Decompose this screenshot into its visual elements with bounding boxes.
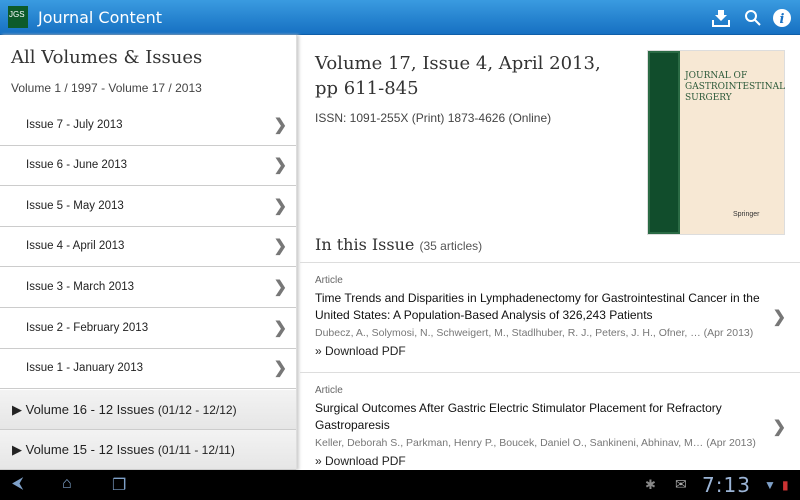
system-nav-bar: ⮜ ⌂ ❐ ✱ ✉ 7:13 ▼ ▮	[0, 470, 800, 500]
article-type: Article	[315, 275, 343, 286]
article-item[interactable]: Article Time Trends and Disparities in L…	[300, 262, 800, 372]
chevron-right-icon: ❯	[273, 157, 287, 174]
issue-label: Issue 4 - April 2013	[26, 240, 125, 252]
expand-triangle-icon: ▶	[12, 402, 26, 417]
sidebar-subtitle: Volume 1 / 1997 - Volume 17 / 2013	[11, 81, 202, 95]
volumes-sidebar: All Volumes & Issues Volume 1 / 1997 - V…	[0, 35, 297, 470]
app-logo[interactable]: JGS	[8, 6, 28, 28]
issue-label: Issue 1 - January 2013	[26, 362, 143, 374]
issue-detail: Volume 17, Issue 4, April 2013, pp 611-8…	[300, 35, 800, 470]
volume-item[interactable]: ▶ Volume 15 - 12 Issues (01/11 - 12/11)	[0, 430, 296, 470]
chevron-right-icon: ❯	[273, 320, 287, 337]
issue-label: Issue 7 - July 2013	[26, 119, 123, 131]
issue-item[interactable]: Issue 4 - April 2013 ❯	[0, 227, 296, 267]
chevron-right-icon: ❯	[273, 279, 287, 296]
download-pdf-link[interactable]: » Download PDF	[315, 454, 770, 468]
app-title: Journal Content	[38, 8, 163, 27]
home-icon[interactable]: ⌂	[62, 475, 72, 493]
chevron-right-icon: ❯	[273, 117, 287, 134]
article-authors: Dubecz, A., Solymosi, N., Schweigert, M.…	[315, 327, 754, 339]
volume-label: Volume 15 - 12 Issues	[25, 442, 155, 457]
issue-item[interactable]: Issue 6 - June 2013 ❯	[0, 146, 296, 186]
article-type: Article	[315, 385, 343, 396]
expand-triangle-icon: ▶	[12, 442, 26, 457]
issue-item[interactable]: Issue 1 - January 2013 ❯	[0, 349, 296, 389]
article-count: (35 articles)	[419, 239, 483, 253]
svg-text:i: i	[780, 12, 785, 27]
issue-label: Issue 5 - May 2013	[26, 200, 124, 212]
battery-icon: ▮	[782, 478, 789, 492]
search-icon[interactable]	[742, 7, 764, 29]
article-authors: Keller, Deborah S., Parkman, Henry P., B…	[315, 437, 756, 449]
in-this-issue-heading: In this Issue (35 articles)	[315, 235, 483, 254]
issue-item[interactable]: Issue 7 - July 2013 ❯	[0, 106, 296, 146]
volume-label: Volume 16 - 12 Issues	[25, 402, 155, 417]
volume-item[interactable]: ▶ Volume 16 - 12 Issues (01/12 - 12/12)	[0, 390, 296, 430]
back-icon[interactable]: ⮜	[12, 475, 23, 493]
download-pdf-link[interactable]: » Download PDF	[315, 344, 770, 358]
volume-range: (01/11 - 12/11)	[157, 443, 235, 457]
issn: ISSN: 1091-255X (Print) 1873-4626 (Onlin…	[315, 111, 552, 125]
chevron-right-icon: ❯	[273, 198, 287, 215]
download-icon[interactable]	[710, 7, 732, 29]
chevron-right-icon: ❯	[772, 419, 786, 436]
issue-label: Issue 2 - February 2013	[26, 322, 149, 334]
journal-cover-image: JOURNAL OF GASTROINTESTINAL SURGERY Spri…	[647, 50, 785, 235]
info-icon[interactable]: i	[771, 7, 793, 29]
recent-apps-icon[interactable]: ❐	[112, 475, 126, 495]
issue-item[interactable]: Issue 2 - February 2013 ❯	[0, 309, 296, 349]
cover-title: JOURNAL OF GASTROINTESTINAL SURGERY	[685, 71, 786, 103]
issue-item[interactable]: Issue 5 - May 2013 ❯	[0, 187, 296, 227]
debug-icon: ✱	[645, 477, 656, 492]
chevron-right-icon: ❯	[772, 309, 786, 326]
article-title[interactable]: Surgical Outcomes After Gastric Electric…	[315, 400, 770, 434]
volume-range: (01/12 - 12/12)	[157, 403, 237, 417]
cover-publisher: Springer	[733, 211, 760, 218]
article-item[interactable]: Article Surgical Outcomes After Gastric …	[300, 372, 800, 470]
action-bar: JGS Journal Content i	[0, 0, 800, 35]
clock: 7:13	[702, 473, 751, 497]
wifi-icon: ▼	[764, 478, 776, 492]
issue-label: Issue 6 - June 2013	[26, 159, 128, 171]
issue-title: Volume 17, Issue 4, April 2013, pp 611-8…	[315, 53, 601, 99]
issue-label: Issue 3 - March 2013	[26, 281, 135, 293]
chevron-right-icon: ❯	[273, 360, 287, 377]
sidebar-title: All Volumes & Issues	[11, 47, 203, 68]
issue-item[interactable]: Issue 3 - March 2013 ❯	[0, 268, 296, 308]
mail-icon: ✉	[675, 476, 687, 492]
chevron-right-icon: ❯	[273, 238, 287, 255]
article-title[interactable]: Time Trends and Disparities in Lymphaden…	[315, 290, 770, 324]
